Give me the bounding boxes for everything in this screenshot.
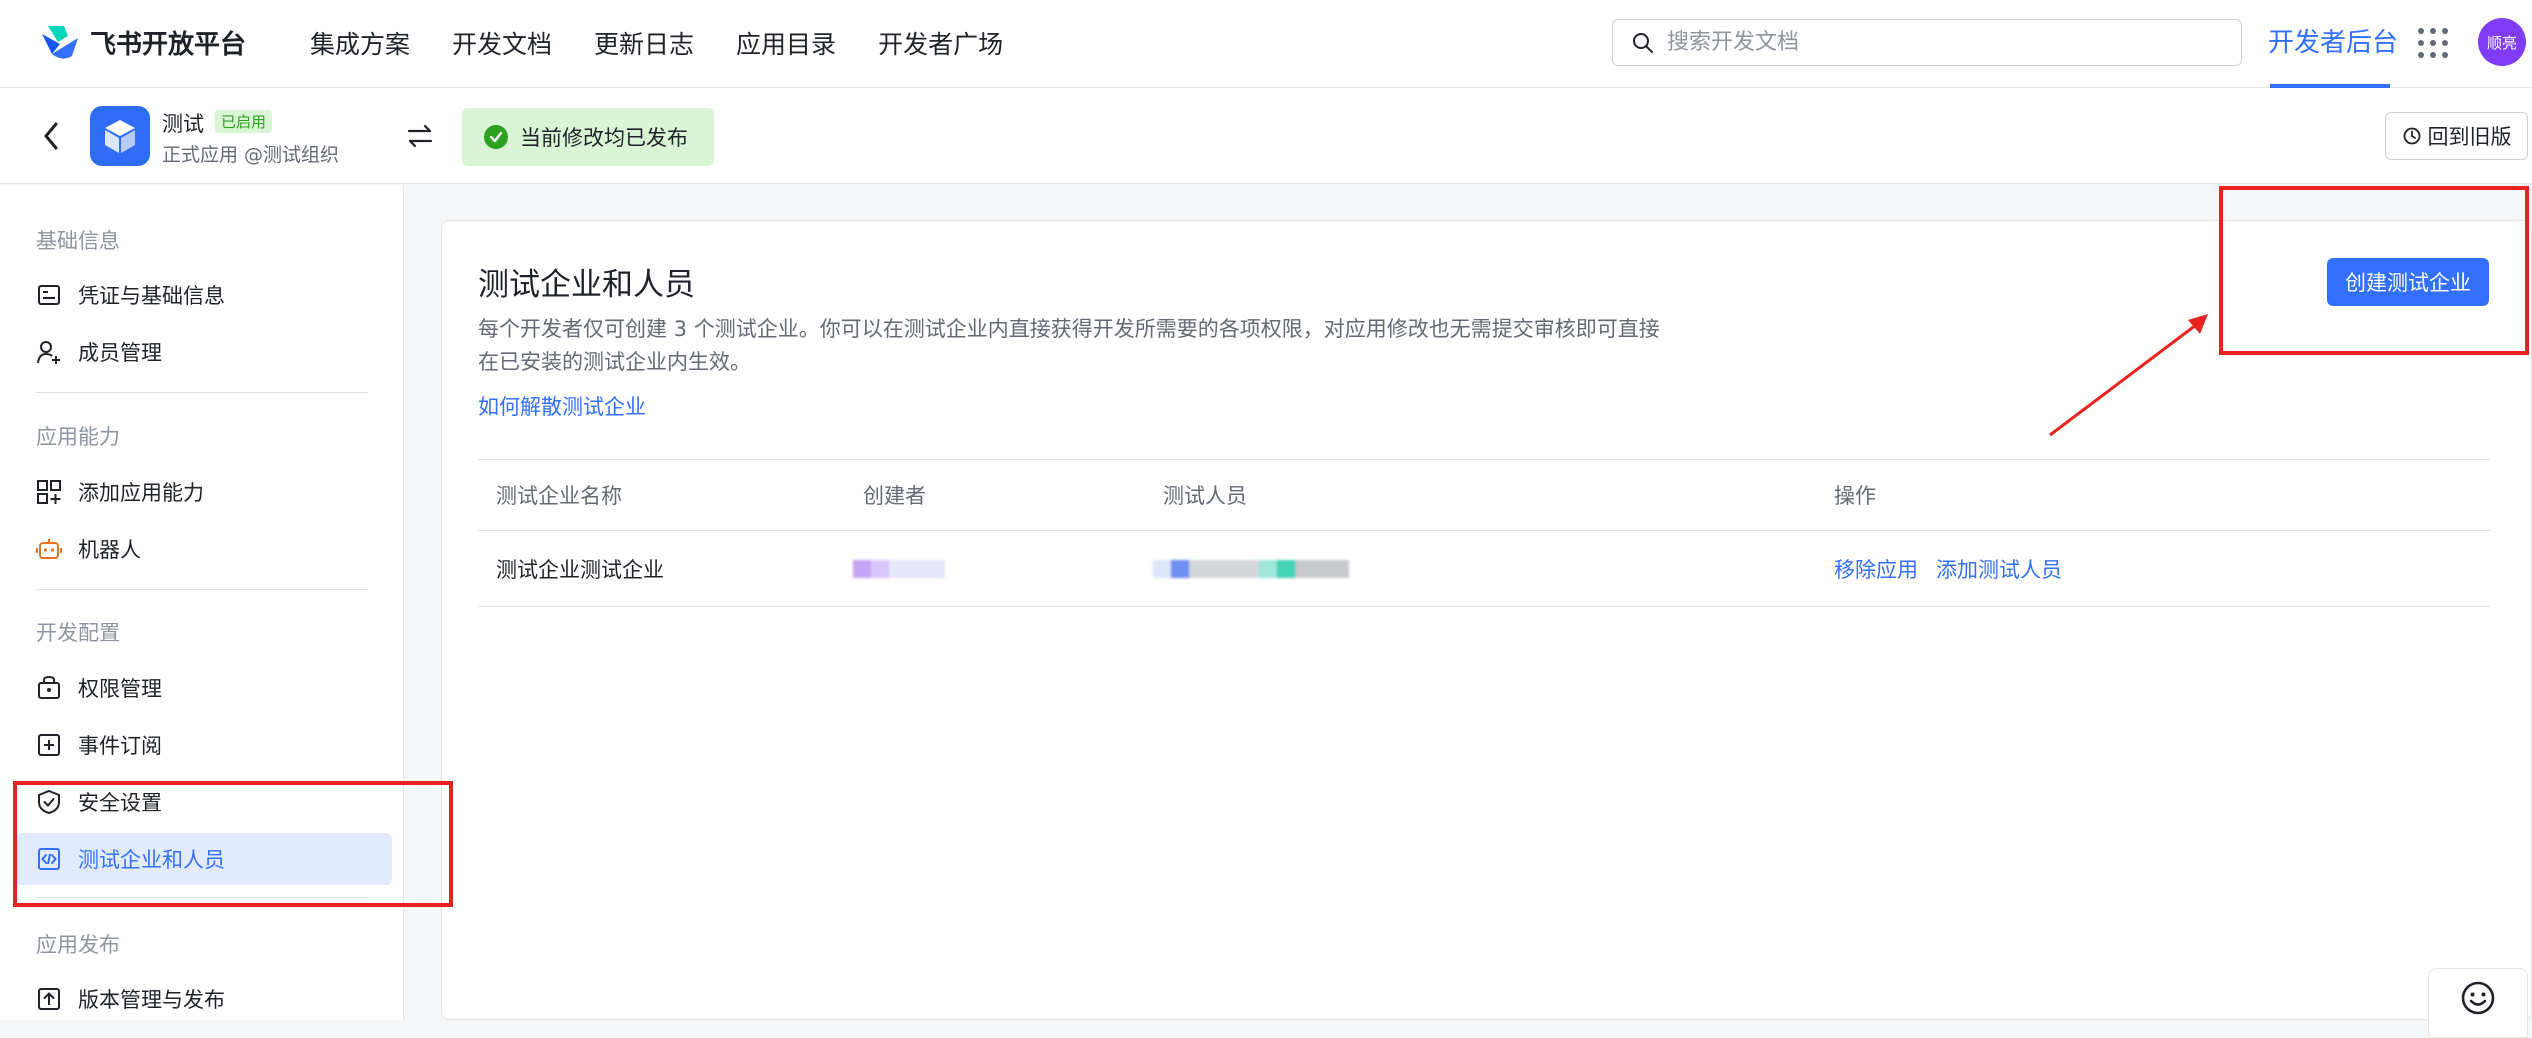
nav-link-app-directory[interactable]: 应用目录 (736, 25, 836, 61)
user-add-icon (37, 341, 60, 364)
main-nav: 集成方案 开发文档 更新日志 应用目录 开发者广场 (310, 0, 1045, 86)
redacted-avatar (853, 559, 945, 578)
sidebar-item-events[interactable]: 事件订阅 (16, 719, 392, 771)
sidebar-item-version-publish[interactable]: 版本管理与发布 (16, 973, 392, 1025)
brand-name: 飞书开放平台 (90, 29, 247, 60)
publish-status-banner: 当前修改均已发布 (462, 108, 714, 166)
actions-cell: 移除应用 添加测试人员 (1834, 531, 2080, 606)
back-arrow-icon[interactable] (38, 118, 64, 154)
rollback-old-version-button[interactable]: 回到旧版 (2385, 112, 2528, 160)
brand-logo[interactable]: 飞书开放平台 (38, 20, 246, 64)
column-header-testers: 测试人员 (1163, 484, 1247, 508)
feishu-logo-icon (42, 26, 78, 59)
smile-icon (2461, 981, 2495, 1015)
sidebar-group-basic-info: 基础信息 (36, 229, 120, 253)
app-icon (90, 106, 150, 166)
app-status-badge: 已启用 (215, 110, 273, 133)
id-card-icon (38, 285, 60, 305)
creator-cell-redacted (853, 531, 945, 606)
nav-link-docs[interactable]: 开发文档 (452, 25, 552, 61)
nav-link-changelog[interactable]: 更新日志 (594, 25, 694, 61)
test-enterprise-table: 测试企业名称 创建者 测试人员 操作 测试企业测试企业 移除应用 添加测试人员 (478, 459, 2490, 607)
event-add-icon (38, 734, 60, 756)
grid-add-icon (37, 480, 61, 504)
annotation-arrow-icon (2049, 314, 2208, 437)
sidebar-item-label: 版本管理与发布 (78, 988, 225, 1012)
robot-icon (36, 539, 62, 559)
table-header: 测试企业名称 创建者 测试人员 操作 (478, 459, 2490, 531)
column-header-actions: 操作 (1834, 484, 1876, 508)
sidebar-group-publish: 应用发布 (36, 933, 120, 957)
switch-app-icon[interactable] (404, 120, 436, 152)
annotation-highlight-create-button (2219, 186, 2529, 355)
sidebar-item-label: 权限管理 (78, 677, 162, 701)
publish-status-text: 当前修改均已发布 (520, 126, 688, 150)
sidebar-divider (36, 589, 368, 590)
lock-box-icon (38, 675, 60, 699)
testers-cell-redacted (1153, 531, 1349, 606)
table-row: 测试企业测试企业 移除应用 添加测试人员 (478, 531, 2490, 607)
add-tester-link[interactable]: 添加测试人员 (1936, 554, 2062, 584)
redacted-avatars (1153, 559, 1349, 578)
sidebar-item-permissions[interactable]: 权限管理 (16, 662, 392, 714)
sidebar-divider (36, 392, 368, 393)
sidebar-group-capabilities: 应用能力 (36, 425, 120, 449)
page-description: 每个开发者仅可创建 3 个测试企业。你可以在测试企业内直接获得开发所需要的各项权… (478, 317, 1660, 374)
cube-icon (105, 120, 135, 153)
sidebar-item-add-capability[interactable]: 添加应用能力 (16, 466, 392, 518)
page-title: 测试企业和人员 (478, 267, 695, 303)
user-avatar[interactable]: 顺亮 (2478, 18, 2526, 66)
sidebar-item-label: 添加应用能力 (78, 481, 204, 505)
sidebar-item-bot[interactable]: 机器人 (16, 523, 392, 575)
check-circle-icon (484, 125, 508, 149)
app-header: 测试 已启用 正式应用 @测试组织 当前修改均已发布 回到旧版 (0, 88, 2532, 184)
app-subtitle: 正式应用 @测试组织 (162, 144, 340, 166)
search-box[interactable] (1612, 19, 2242, 66)
sidebar-item-label: 事件订阅 (78, 734, 162, 758)
top-navbar: 飞书开放平台 集成方案 开发文档 更新日志 应用目录 开发者广场 开发者后台 顺… (0, 0, 2532, 88)
sidebar-item-members[interactable]: 成员管理 (16, 326, 392, 378)
column-header-name: 测试企业名称 (496, 484, 622, 508)
developer-console-link[interactable]: 开发者后台 (2268, 22, 2398, 59)
sidebar-item-label: 凭证与基础信息 (78, 284, 225, 308)
sidebar-group-dev-config: 开发配置 (36, 621, 120, 645)
dissolve-test-enterprise-link[interactable]: 如何解散测试企业 (478, 391, 646, 421)
nav-link-solutions[interactable]: 集成方案 (310, 25, 410, 61)
feedback-button[interactable] (2428, 968, 2528, 1038)
remove-app-link[interactable]: 移除应用 (1834, 554, 1918, 584)
nav-link-dev-square[interactable]: 开发者广场 (878, 25, 1003, 61)
search-input[interactable] (1667, 30, 2207, 55)
rollback-label: 回到旧版 (2427, 125, 2512, 149)
upload-icon (38, 988, 60, 1010)
apps-grid-icon[interactable] (2416, 26, 2450, 60)
app-name: 测试 (162, 112, 204, 136)
sidebar-item-credentials[interactable]: 凭证与基础信息 (16, 269, 392, 321)
history-icon (2403, 127, 2420, 145)
annotation-highlight-sidebar (13, 781, 453, 907)
enterprise-name-cell: 测试企业测试企业 (496, 557, 664, 582)
column-header-creator: 创建者 (863, 484, 926, 508)
sidebar-item-label: 成员管理 (78, 341, 162, 365)
sidebar-item-label: 机器人 (78, 538, 141, 562)
search-icon (1633, 32, 1653, 53)
